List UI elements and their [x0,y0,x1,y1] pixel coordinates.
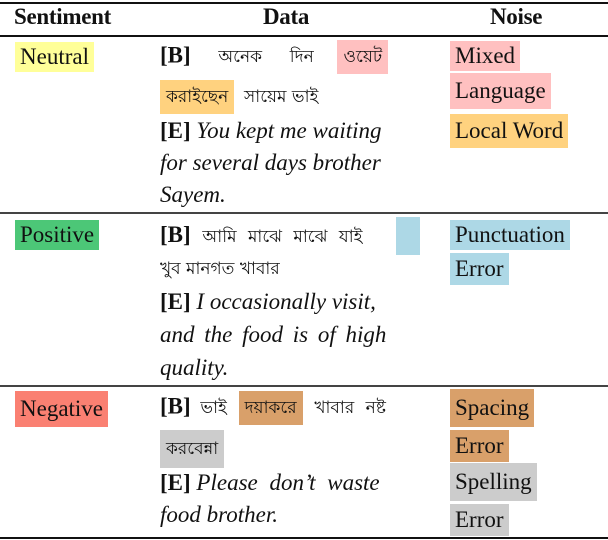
noise-label-mixed: Mixed [450,41,521,71]
noise-label-punctuation: Punctuation [450,220,570,250]
highlight-punctuation-error [396,217,420,255]
noise-label-error: Error [450,253,509,285]
bangla-tag: [B] [160,222,191,247]
highlight-spacing-error: দয়াকরে [238,391,303,425]
bangla-word: ভাই [200,398,227,419]
bangla-word: অনেক [218,47,263,68]
bangla-line: করাইছেন সায়েম ভাই [160,80,318,114]
english-text: Sayem. [160,182,226,207]
highlight-mixed-language: ওয়েট [337,40,389,74]
english-line: [E] Please don’t waste [160,468,380,498]
highlight-local-word: করাইছেন [160,80,235,114]
bangla-text: আমি মাঝে মাঝে যাই [202,227,363,247]
noise-label-spacing: Spacing [450,389,535,427]
english-line: [E] You kept me waiting [160,116,382,146]
sentiment-badge-neutral: Neutral [15,42,94,72]
noise-label-local-word: Local Word [450,114,569,148]
header-noise: Noise [490,4,543,29]
english-tag: [E] [160,289,191,314]
header-sentiment: Sentiment [14,4,111,29]
sentiment-badge-negative: Negative [15,391,109,427]
bangla-word: দিন [289,47,314,68]
english-tag: [E] [160,470,191,495]
sentiment-badge-positive: Positive [15,220,100,250]
highlight-spelling-error: করবেন্না [160,430,225,468]
bangla-text: খুব মানগত খাবার [160,259,280,279]
bangla-text: খাবার নষ্ট [314,398,386,419]
bangla-tag: [B] [160,42,191,68]
noise-label-error: Error [450,430,509,462]
bangla-tag: [B] [160,393,191,419]
bangla-text: সায়েম ভাই [244,87,319,108]
bangla-line: করবেন্না [160,430,225,468]
bangla-line: [B] অনেক দিন ওয়েট [160,40,389,74]
english-text: food brother. [160,502,278,527]
noise-label-spelling: Spelling [450,463,537,501]
bangla-line: [B] ভাই দয়াকরে খাবার নষ্ট [160,391,386,425]
bangla-line: [B] আমি মাঝে মাঝে যাই [160,220,362,252]
header-data: Data [263,4,310,29]
english-text: You kept me waiting [196,118,382,143]
english-text: and the food is of high [160,322,387,347]
noise-label-error: Error [450,504,509,536]
english-text: for several days brother [160,150,381,175]
english-text: I occasionally visit, [196,289,376,314]
header-rule [0,35,608,37]
english-text: Please don’t waste [196,470,380,495]
bottom-rule [0,537,608,539]
english-text: quality. [160,355,229,380]
english-tag: [E] [160,118,191,143]
noise-label-language: Language [450,73,551,109]
english-line: [E] I occasionally visit, [160,287,376,317]
row-divider-2 [0,385,608,387]
row-divider-1 [0,212,608,214]
